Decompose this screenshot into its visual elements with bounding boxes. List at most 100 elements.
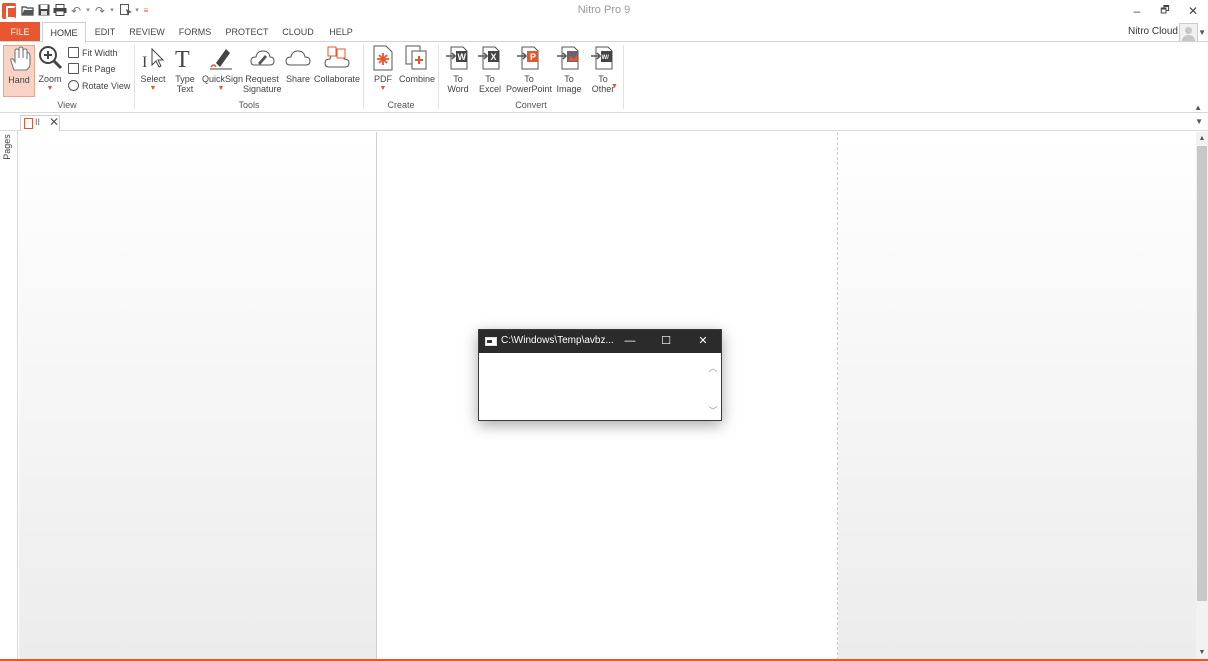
- select-dropdown-icon[interactable]: ▼: [140, 85, 166, 93]
- fit-page-button[interactable]: Fit Page: [68, 62, 116, 76]
- print-icon[interactable]: [53, 4, 67, 18]
- to-excel-label-1: To: [485, 74, 495, 84]
- console-app-icon: [485, 337, 497, 346]
- zoom-dropdown-icon[interactable]: ▼: [36, 85, 64, 93]
- document-tab[interactable]: II ✕: [20, 115, 60, 131]
- tab-protect[interactable]: PROTECT: [220, 22, 274, 42]
- fit-width-button[interactable]: Fit Width: [68, 46, 118, 60]
- cursor-dropdown-icon[interactable]: ▾: [133, 4, 141, 18]
- nitro-cloud-label[interactable]: Nitro Cloud: [1128, 26, 1178, 37]
- window-title: Nitro Pro 9: [577, 4, 631, 16]
- scroll-thumb[interactable]: [1197, 146, 1207, 601]
- image-icon: [556, 45, 582, 71]
- scroll-up-icon[interactable]: ▲: [1196, 132, 1208, 146]
- tab-help[interactable]: HELP: [322, 22, 360, 42]
- customize-icon[interactable]: ≡: [142, 4, 150, 18]
- user-menu-chevron-icon[interactable]: ▼: [1198, 28, 1206, 37]
- tab-edit[interactable]: EDIT: [88, 22, 122, 42]
- pages-panel-tab[interactable]: Pages: [2, 134, 12, 160]
- hand-icon: [6, 46, 32, 72]
- console-maximize-button[interactable]: ☐: [655, 333, 677, 350]
- svg-text:X: X: [491, 52, 497, 62]
- tab-home[interactable]: HOME: [42, 22, 86, 43]
- to-word-label-1: To: [453, 74, 463, 84]
- to-powerpoint-label-1: To: [524, 74, 534, 84]
- request-signature-label-1: Request: [245, 74, 279, 84]
- console-scroll-up-icon[interactable]: ︿: [708, 361, 718, 373]
- rotate-view-label: Rotate View: [82, 81, 131, 91]
- open-folder-icon[interactable]: [21, 4, 35, 18]
- to-image-label-1: To: [564, 74, 574, 84]
- ribbon-tabs: FILE HOME EDIT REVIEW FORMS PROTECT CLOU…: [0, 22, 1208, 43]
- console-title-bar[interactable]: C:\Windows\Temp\avbz... — ☐ ✕: [479, 330, 721, 353]
- quicksign-button[interactable]: QuickSign ▼: [202, 45, 243, 93]
- pdf-dropdown-icon[interactable]: ▼: [370, 85, 396, 93]
- avatar[interactable]: [1179, 23, 1198, 42]
- type-text-button[interactable]: T Type Text: [170, 45, 200, 94]
- fit-width-label: Fit Width: [82, 48, 118, 58]
- select-button[interactable]: I Select ▼: [140, 45, 166, 93]
- console-window[interactable]: C:\Windows\Temp\avbz... — ☐ ✕ ︿ ﹀: [478, 329, 722, 421]
- pdf-label: PDF: [374, 74, 392, 84]
- to-excel-button[interactable]: X To Excel: [476, 45, 504, 94]
- undo-icon[interactable]: ↶: [70, 4, 82, 18]
- svg-text:P: P: [530, 52, 536, 62]
- create-pdf-button[interactable]: PDF ▼: [370, 45, 396, 93]
- word-icon: W: [445, 45, 471, 71]
- pdf-create-icon: [370, 45, 396, 71]
- request-signature-button[interactable]: Request Signature: [243, 45, 282, 94]
- combine-button[interactable]: Combine: [398, 45, 436, 84]
- svg-text:W: W: [458, 52, 467, 62]
- left-panel: Pages: [0, 114, 18, 660]
- to-image-button[interactable]: To Image: [554, 45, 584, 94]
- save-icon[interactable]: [38, 4, 50, 18]
- excel-icon: X: [477, 45, 503, 71]
- zoom-label: Zoom: [38, 74, 62, 84]
- share-button[interactable]: Share: [284, 45, 312, 84]
- redo-dropdown-icon[interactable]: ▾: [108, 4, 116, 18]
- zoom-button[interactable]: Zoom ▼: [36, 45, 64, 93]
- rotate-view-button[interactable]: Rotate View: [68, 79, 130, 93]
- request-signature-label-2: Signature: [243, 84, 282, 94]
- to-other-dropdown-icon[interactable]: ▼: [611, 83, 618, 90]
- tabs-dropdown-icon[interactable]: ▼: [1195, 117, 1203, 126]
- cursor-icon[interactable]: [119, 4, 133, 18]
- tab-review[interactable]: REVIEW: [124, 22, 170, 42]
- to-powerpoint-button[interactable]: P To PowerPoint: [506, 45, 552, 94]
- undo-dropdown-icon[interactable]: ▾: [84, 4, 92, 18]
- to-image-label-2: Image: [556, 84, 582, 94]
- svg-text:W/: W/: [602, 55, 610, 61]
- nitro-logo-icon[interactable]: [2, 3, 16, 19]
- console-close-button[interactable]: ✕: [692, 333, 714, 350]
- fit-width-icon: [68, 47, 79, 58]
- console-output[interactable]: ︿ ﹀: [479, 353, 721, 420]
- quicksign-dropdown-icon[interactable]: ▼: [202, 85, 240, 93]
- close-button[interactable]: ✕: [1180, 2, 1206, 20]
- to-excel-label-2: Excel: [478, 84, 501, 94]
- tools-group-label: Tools: [238, 100, 260, 110]
- restore-button[interactable]: 🗗: [1152, 2, 1178, 20]
- collapse-ribbon-icon[interactable]: ▲: [1194, 103, 1202, 112]
- tab-file[interactable]: FILE: [0, 22, 40, 42]
- select-cursor-icon: I: [140, 45, 166, 71]
- close-tab-icon[interactable]: ✕: [49, 115, 59, 129]
- hand-label: Hand: [8, 75, 30, 85]
- tab-cloud[interactable]: CLOUD: [276, 22, 320, 42]
- scroll-down-icon[interactable]: ▼: [1196, 646, 1208, 660]
- console-scroll-down-icon[interactable]: ﹀: [708, 404, 718, 416]
- to-word-button[interactable]: W To Word: [444, 45, 472, 94]
- minimize-button[interactable]: –: [1124, 2, 1150, 20]
- hand-button[interactable]: Hand: [3, 45, 35, 97]
- collaborate-label: Collaborate: [314, 74, 361, 84]
- title-bar: ↶ ▾ ↷ ▾ ▾ ≡ Nitro Pro 9 – 🗗 ✕: [0, 0, 1208, 22]
- collaborate-icon: [324, 45, 350, 71]
- type-text-icon: T: [172, 45, 198, 73]
- svg-text:I: I: [142, 54, 147, 71]
- other-format-icon: W/: [590, 45, 616, 71]
- console-minimize-button[interactable]: —: [619, 333, 641, 350]
- redo-icon[interactable]: ↷: [94, 4, 106, 18]
- select-label: Select: [140, 74, 166, 84]
- vertical-scrollbar[interactable]: ▲ ▼: [1196, 132, 1208, 660]
- tab-forms[interactable]: FORMS: [172, 22, 218, 42]
- collaborate-button[interactable]: Collaborate: [314, 45, 360, 84]
